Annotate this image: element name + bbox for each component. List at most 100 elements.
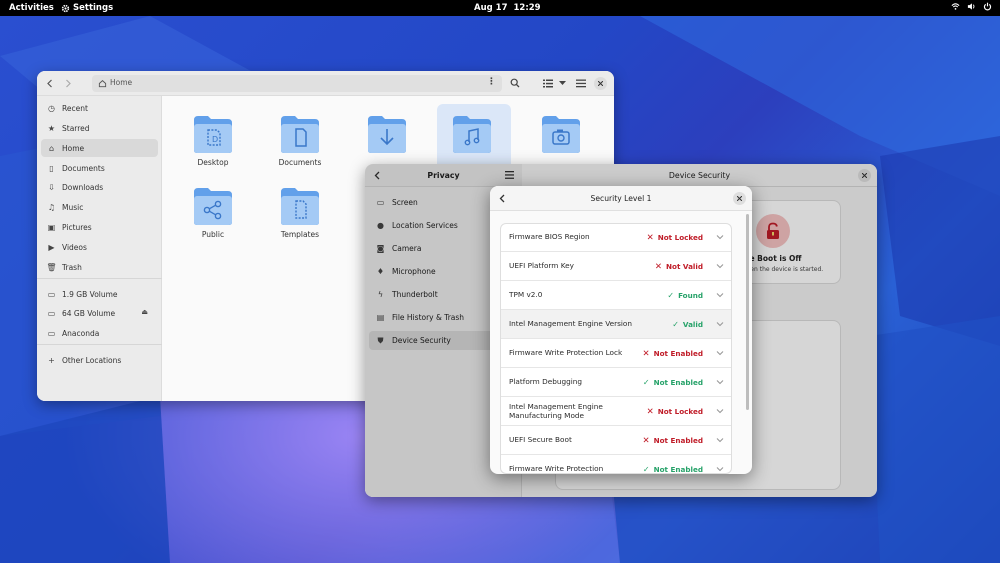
security-check-name: Platform Debugging xyxy=(509,377,583,387)
sidebar-item-label: Documents xyxy=(62,163,105,173)
dialog-headerbar: Security Level 1 xyxy=(490,186,752,211)
security-check-status: ✕ Not Enabled xyxy=(642,339,703,368)
chevron-down-icon[interactable] xyxy=(716,320,724,328)
path-bar-label: Home xyxy=(110,78,133,87)
chevron-down-icon[interactable] xyxy=(716,262,724,270)
sidebar-item-label: Downloads xyxy=(62,182,104,192)
security-check-name: Firmware Write Protection xyxy=(509,464,604,474)
chevron-down-icon[interactable] xyxy=(716,291,724,299)
forward-icon[interactable] xyxy=(64,79,72,88)
search-icon[interactable] xyxy=(510,78,520,88)
list-view-icon[interactable] xyxy=(543,79,553,88)
security-check-row[interactable]: Firmware Write Protection Lock ✕ Not Enabl… xyxy=(501,339,731,368)
sidebar-item-recent[interactable]: ◷ Recent xyxy=(41,99,158,117)
system-tray[interactable] xyxy=(951,2,992,11)
downloads-folder-icon xyxy=(368,116,406,153)
security-check-name: UEFI Platform Key xyxy=(509,261,574,271)
files-close-button[interactable] xyxy=(594,77,607,90)
sidebar-item-downloads[interactable]: ⇩ Downloads xyxy=(41,178,158,196)
folder-label: Templates xyxy=(280,230,320,239)
cross-icon: ✕ xyxy=(646,232,654,243)
drive-icon: ▭ xyxy=(47,308,56,318)
security-check-status-label: Found xyxy=(678,291,703,300)
sidebar-item-label: Recent xyxy=(62,103,88,113)
clock-time: 12:29 xyxy=(513,3,541,13)
sidebar-item-music[interactable]: ♫ Music xyxy=(41,198,158,216)
app-menu-button[interactable]: Settings xyxy=(61,3,113,13)
security-check-status-label: Not Enabled xyxy=(653,436,703,445)
folder-documents[interactable]: Documents xyxy=(265,104,335,179)
security-check-name: Firmware BIOS Region xyxy=(509,232,590,242)
app-menu-label: Settings xyxy=(73,3,114,13)
sidebar-item-home[interactable]: ⌂ Home xyxy=(41,139,158,157)
volume-icon xyxy=(967,3,975,10)
top-bar: Activities Settings Aug 17 12:29 xyxy=(0,0,1000,16)
security-check-row[interactable]: Intel Management Engine Manufacturing Mo… xyxy=(501,397,731,426)
activities-button[interactable]: Activities xyxy=(9,3,54,13)
hamburger-menu-icon[interactable] xyxy=(576,79,586,88)
security-check-row[interactable]: UEFI Platform Key ✕ Not Valid xyxy=(501,252,731,281)
sidebar-item-starred[interactable]: ★ Starred xyxy=(41,119,158,137)
templates-folder-icon xyxy=(281,188,319,225)
chevron-down-icon[interactable] xyxy=(716,436,724,444)
security-check-row[interactable]: Firmware Write Protection ✓ Not Enabled xyxy=(501,455,731,474)
sidebar-item-other-locations[interactable]: + Other Locations xyxy=(41,351,158,369)
chevron-down-icon[interactable] xyxy=(716,349,724,357)
security-check-status: ✓ Found xyxy=(667,281,703,310)
security-check-row[interactable]: UEFI Secure Boot ✕ Not Enabled xyxy=(501,426,731,455)
drive-icon: ▭ xyxy=(47,328,56,338)
chevron-down-icon[interactable] xyxy=(716,407,724,415)
cross-icon: ✕ xyxy=(654,261,663,272)
security-check-status: ✕ Not Valid xyxy=(655,252,703,281)
back-icon[interactable] xyxy=(46,79,54,88)
plus-icon: + xyxy=(48,355,55,365)
chevron-down-icon[interactable] xyxy=(716,233,724,241)
security-check-row[interactable]: Intel Management Engine Version ✓ Valid xyxy=(501,310,731,339)
sidebar-item-pictures[interactable]: ▣ Pictures xyxy=(41,218,158,236)
sidebar-item-volume-1[interactable]: ▭ 1.9 GB Volume xyxy=(41,285,158,303)
dialog-close-button[interactable] xyxy=(733,192,746,205)
sidebar-item-label: Starred xyxy=(62,123,90,133)
security-checks-list: Firmware BIOS Region ✕ Not Locked UEFI Plat… xyxy=(500,223,732,474)
security-check-status-label: Not Valid xyxy=(666,262,703,271)
security-check-status-label: Not Locked xyxy=(657,407,703,416)
chevron-down-icon[interactable] xyxy=(559,81,566,86)
security-check-row[interactable]: TPM v2.0 ✓ Found xyxy=(501,281,731,310)
sidebar-item-trash[interactable]: 🗑 Trash xyxy=(41,258,158,276)
folder-desktop[interactable]: D Desktop xyxy=(178,104,248,179)
chevron-down-icon[interactable] xyxy=(716,465,724,473)
download-icon: ⇩ xyxy=(48,182,55,192)
music-folder-icon xyxy=(453,116,491,153)
folder-label: Documents xyxy=(278,158,322,167)
gear-icon xyxy=(61,4,70,12)
pictures-folder-icon xyxy=(542,116,580,153)
check-icon: ✓ xyxy=(642,465,650,474)
security-check-status-label: Not Enabled xyxy=(653,378,703,387)
chevron-down-icon[interactable] xyxy=(716,378,724,386)
trash-icon: 🗑 xyxy=(46,262,57,272)
sidebar-item-volume-2[interactable]: ▭ 64 GB Volume ⏏ xyxy=(41,304,158,322)
dialog-scrollbar[interactable] xyxy=(746,214,749,410)
security-check-row[interactable]: Firmware BIOS Region ✕ Not Locked xyxy=(501,224,731,252)
path-menu-icon[interactable]: ⋮ xyxy=(487,77,496,87)
eject-icon[interactable]: ⏏ xyxy=(141,308,148,316)
security-check-status-label: Not Locked xyxy=(657,233,703,242)
security-check-row[interactable]: Platform Debugging ✓ Not Enabled xyxy=(501,368,731,397)
folder-label: Public xyxy=(201,230,225,239)
clock-button[interactable]: Aug 17 12:29 xyxy=(474,3,541,13)
path-bar[interactable]: Home ⋮ xyxy=(92,75,502,92)
clock-icon: ◷ xyxy=(48,103,55,113)
sidebar-divider xyxy=(37,344,162,345)
sidebar-item-videos[interactable]: ▶ Videos xyxy=(41,238,158,256)
sidebar-item-documents[interactable]: ▯ Documents xyxy=(41,159,158,177)
documents-folder-icon xyxy=(281,116,319,153)
security-check-name: Intel Management Engine Manufacturing Mo… xyxy=(509,402,603,420)
folder-label: Desktop xyxy=(197,158,229,167)
folder-public[interactable]: Public xyxy=(178,176,248,251)
security-check-status: ✕ Not Enabled xyxy=(642,426,703,455)
security-check-status: ✓ Not Enabled xyxy=(643,368,703,397)
close-icon xyxy=(598,81,603,86)
sidebar-item-anaconda[interactable]: ▭ Anaconda xyxy=(41,324,158,342)
folder-templates[interactable]: Templates xyxy=(265,176,335,251)
close-icon xyxy=(737,196,742,201)
